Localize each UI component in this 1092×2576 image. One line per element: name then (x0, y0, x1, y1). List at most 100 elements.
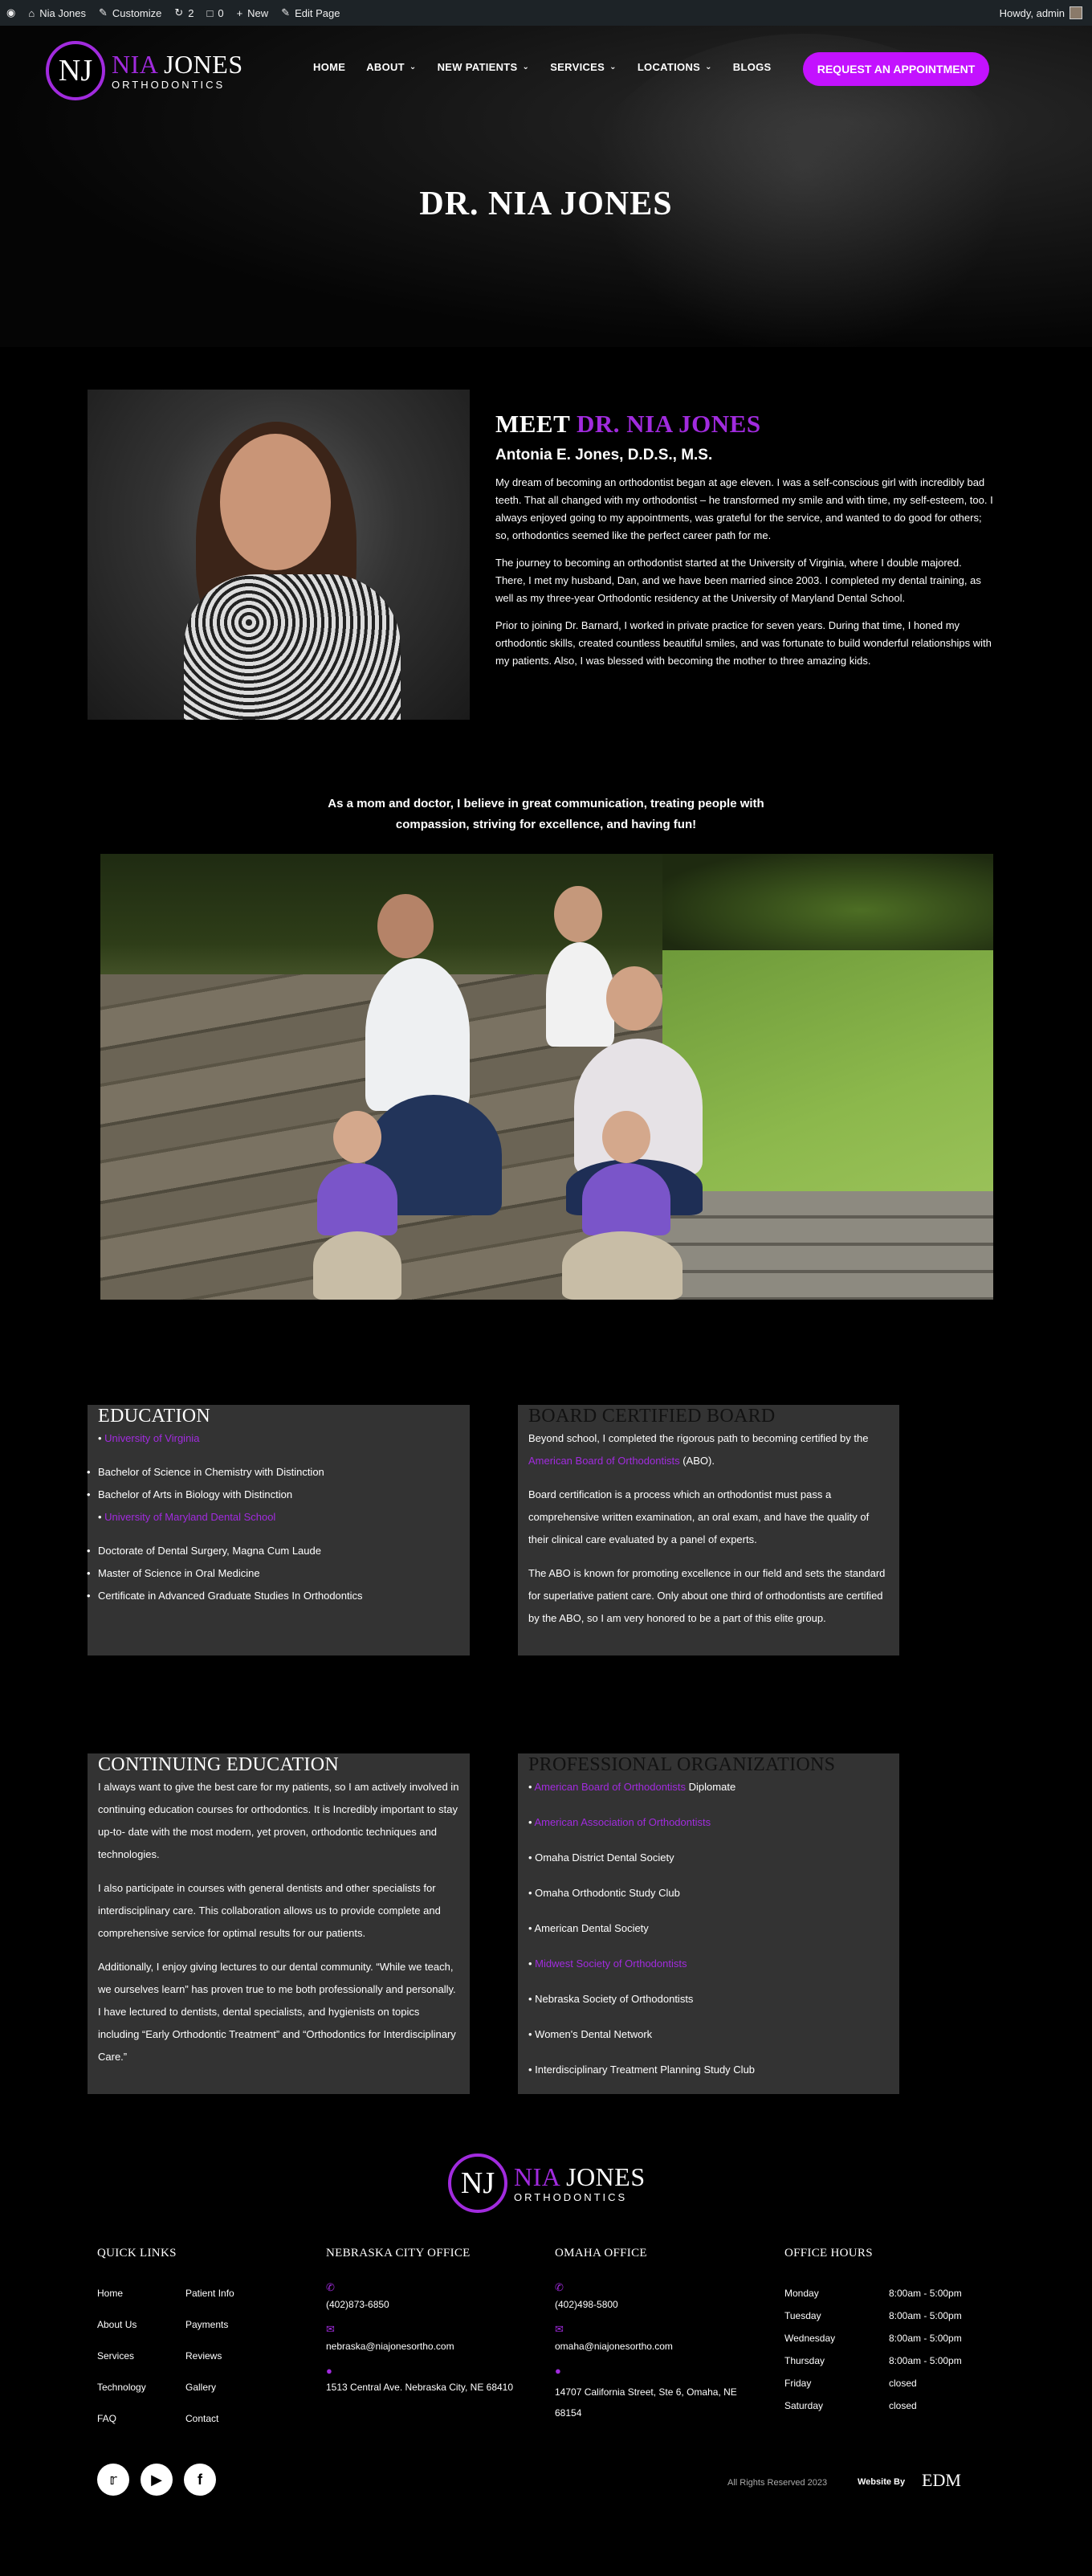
phone-icon: ✆ (326, 2281, 335, 2293)
footer-link-home[interactable]: Home (97, 2288, 185, 2299)
footer-link-contact[interactable]: Contact (185, 2413, 274, 2424)
logo-mark: NJ (46, 41, 105, 100)
link-american-board-of-orthodontists[interactable]: American Board of Orthodontists (528, 1455, 680, 1467)
home-icon: ⌂ (28, 6, 35, 19)
admin-edit-page-link[interactable]: ✎ Edit Page (275, 0, 346, 26)
avatar (1070, 6, 1082, 19)
doctor-portrait-image (88, 390, 470, 720)
phone-icon: ✆ (555, 2281, 564, 2293)
link-abo[interactable]: American Board of Orthodontists (534, 1781, 686, 1793)
list-item: • Women's Dental Network (528, 2028, 653, 2040)
nav-home[interactable]: HOME (313, 61, 345, 73)
admin-site-link[interactable]: ⌂ Nia Jones (22, 0, 92, 26)
nebraska-email-link[interactable]: nebraska@niajonesortho.com (326, 2341, 535, 2352)
facebook-icon[interactable]: f (184, 2464, 216, 2496)
nav-blogs[interactable]: BLOGS (733, 61, 772, 73)
list-item: • American Dental Society (528, 1922, 649, 1934)
nebraska-office-title: NEBRASKA CITY OFFICE (326, 2247, 471, 2260)
meet-paragraph: Prior to joining Dr. Barnard, I worked i… (495, 619, 992, 667)
omaha-address: 14707 California Street, Ste 6, Omaha, N… (555, 2386, 737, 2419)
request-appointment-button[interactable]: REQUEST AN APPOINTMENT (803, 52, 989, 86)
continuing-paragraph: I always want to give the best care for … (98, 1781, 459, 1860)
education-panel: EDUCATION • University of Virginia Bache… (87, 1405, 470, 1655)
continuing-paragraph: Additionally, I enjoy giving lectures to… (98, 1961, 456, 2063)
admin-customize-link[interactable]: ✎ Customize (92, 0, 168, 26)
list-item: • American Association of Orthodontists (528, 1816, 711, 1828)
site-logo[interactable]: NJ NIA JONES ORTHODONTICS (46, 41, 243, 100)
page-title: DR. NIA JONES (419, 186, 673, 222)
plus-icon: + (236, 6, 243, 19)
list-item: • Midwest Society of Orthodontists (528, 1958, 687, 1970)
hours-time: closed (889, 2378, 917, 2389)
footer-link-patient-info[interactable]: Patient Info (185, 2288, 274, 2299)
board-title: BOARD CERTIFIED BOARD (528, 1406, 776, 1427)
hero-banner: NJ NIA JONES ORTHODONTICS HOME ABOUT ⌄ NE… (0, 26, 1092, 347)
youtube-icon[interactable]: ▶ (141, 2464, 173, 2496)
list-item: Bachelor of Science in Chemistry with Di… (87, 1461, 459, 1484)
footer-link-reviews[interactable]: Reviews (185, 2350, 274, 2362)
link-aao[interactable]: American Association of Orthodontists (534, 1816, 711, 1828)
chevron-down-icon: ⌄ (705, 63, 712, 71)
footer-nebraska-office: NEBRASKA CITY OFFICE ✆ (402)873-6850 ✉ n… (326, 2247, 535, 2393)
footer-omaha-office: OMAHA OFFICE ✆ (402)498-5800 ✉ omaha@nia… (555, 2247, 764, 2423)
hours-day: Thursday (784, 2355, 825, 2366)
list-item: Doctorate of Dental Surgery, Magna Cum L… (87, 1540, 459, 1562)
pencil-icon: ✎ (281, 6, 291, 18)
admin-account-menu[interactable]: Howdy, admin (993, 0, 1092, 26)
nav-services[interactable]: SERVICES ⌄ (550, 61, 617, 73)
website-by-label: Website By (858, 2477, 906, 2487)
nav-about[interactable]: ABOUT ⌄ (366, 61, 416, 73)
continuing-education-panel: CONTINUING EDUCATION I always want to gi… (88, 1753, 470, 2094)
list-item: • Interdisciplinary Treatment Planning S… (528, 2064, 756, 2076)
footer-quick-links: QUICK LINKS Home Patient Info About Us P… (97, 2247, 274, 2424)
meet-paragraph: The journey to becoming an orthodontist … (495, 557, 981, 604)
location-pin-icon: ● (326, 2365, 332, 2377)
admin-new-link[interactable]: + New (230, 0, 275, 26)
continuing-paragraph: I also participate in courses with gener… (98, 1882, 441, 1939)
meet-paragraph: My dream of becoming an orthodontist beg… (495, 476, 993, 541)
list-item: Bachelor of Arts in Biology with Distinc… (87, 1484, 459, 1506)
email-icon: ✉ (555, 2323, 564, 2335)
hours-time: 8:00am - 5:00pm (889, 2310, 962, 2321)
copyright-text: All Rights Reserved 2023 (727, 2478, 828, 2488)
refresh-icon: ↻ (174, 6, 184, 18)
edm-logo[interactable]: EDM (922, 2470, 961, 2491)
link-university-of-virginia[interactable]: University of Virginia (104, 1432, 199, 1444)
nebraska-phone-link[interactable]: (402)873-6850 (326, 2299, 535, 2310)
logo-tagline: ORTHODONTICS (112, 78, 226, 91)
board-certified-panel: BOARD CERTIFIED BOARD Beyond school, I c… (518, 1405, 899, 1655)
footer-link-services[interactable]: Services (97, 2350, 185, 2362)
list-item: Master of Science in Oral Medicine (87, 1562, 459, 1585)
nav-new-patients[interactable]: NEW PATIENTS ⌄ (438, 61, 530, 73)
main-nav: HOME ABOUT ⌄ NEW PATIENTS ⌄ SERVICES ⌄ LOCA… (313, 61, 772, 73)
education-title: EDUCATION (98, 1406, 211, 1427)
board-paragraph: Board certification is a process which a… (528, 1488, 870, 1545)
footer-link-technology[interactable]: Technology (97, 2382, 185, 2393)
link-msoo[interactable]: Midwest Society of Orthodontists (535, 1958, 687, 1970)
meet-heading: MEET DR. NIA JONES (495, 410, 761, 438)
hours-day: Monday (784, 2288, 819, 2299)
admin-updates-link[interactable]: ↻ 2 (168, 0, 200, 26)
link-university-of-maryland[interactable]: University of Maryland Dental School (104, 1511, 275, 1523)
quick-links-title: QUICK LINKS (97, 2247, 177, 2260)
footer-link-gallery[interactable]: Gallery (185, 2382, 274, 2393)
footer-link-about-us[interactable]: About Us (97, 2319, 185, 2330)
philosophy-quote: As a mom and doctor, I believe in great … (328, 797, 764, 831)
admin-bar: ◉ ⌂ Nia Jones ✎ Customize ↻ 2 □ 0 + New ✎ Edit… (0, 0, 1092, 26)
admin-comments-link[interactable]: □ 0 (200, 0, 230, 26)
hours-time: 8:00am - 5:00pm (889, 2333, 962, 2344)
omaha-email-link[interactable]: omaha@niajonesortho.com (555, 2341, 764, 2352)
list-item: • Nebraska Society of Orthodontists (528, 1993, 694, 2005)
meet-section: MEET DR. NIA JONES Antonia E. Jones, D.D… (495, 410, 993, 670)
footer-logo[interactable]: NJ NIA JONES ORTHODONTICS (448, 2153, 646, 2213)
nav-locations[interactable]: LOCATIONS ⌄ (638, 61, 712, 73)
hours-day: Tuesday (784, 2310, 821, 2321)
office-hours-title: OFFICE HOURS (784, 2247, 873, 2260)
footer-link-faq[interactable]: FAQ (97, 2413, 185, 2424)
continuing-title: CONTINUING EDUCATION (98, 1754, 339, 1775)
omaha-phone-link[interactable]: (402)498-5800 (555, 2299, 764, 2310)
wordpress-logo-icon[interactable]: ◉ (0, 0, 22, 26)
footer-link-payments[interactable]: Payments (185, 2319, 274, 2330)
logo-name-last: JONES (164, 49, 243, 79)
twitter-icon[interactable]: 𝕣 (97, 2464, 129, 2496)
